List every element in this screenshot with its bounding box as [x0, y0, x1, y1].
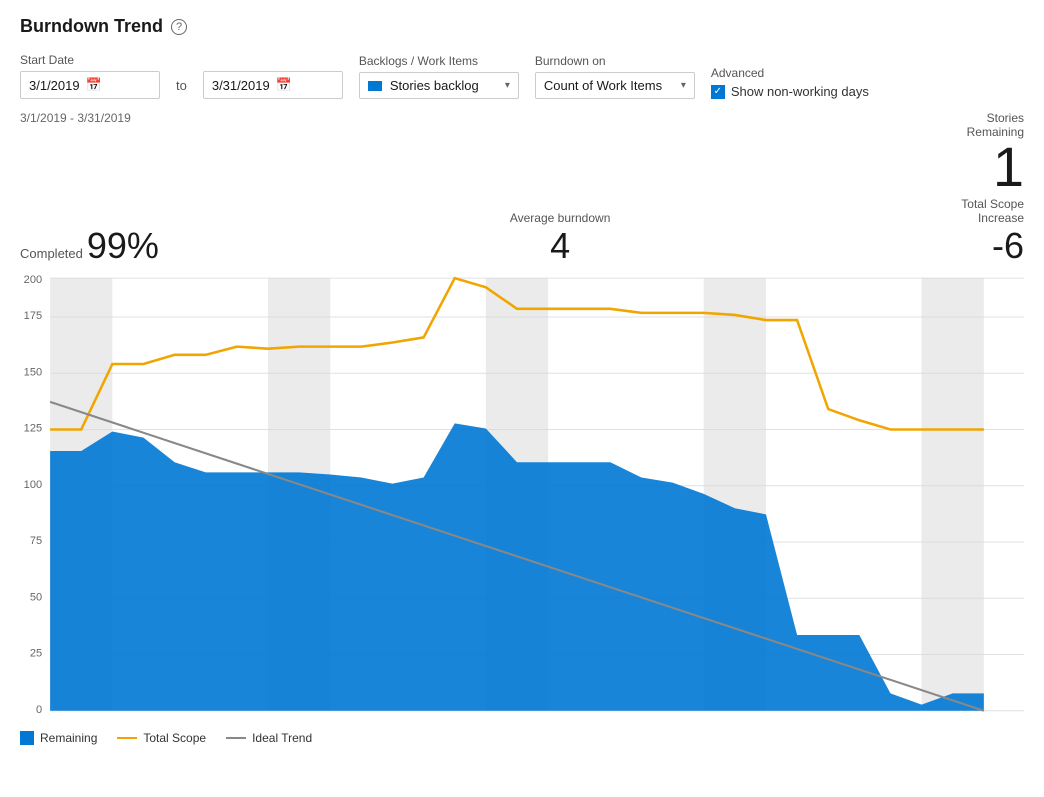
backlog-icon — [368, 81, 382, 91]
burndown-chart: 0 25 50 75 100 125 150 175 200 — [20, 273, 1024, 723]
svg-text:3/24/2019: 3/24/2019 — [733, 721, 769, 723]
svg-text:3/22/2019: 3/22/2019 — [670, 721, 706, 723]
burndown-value: Count of Work Items — [544, 78, 675, 93]
svg-text:3/6/2019: 3/6/2019 — [176, 721, 208, 723]
chart-legend: Remaining Total Scope Ideal Trend — [20, 731, 1024, 745]
start-date-value: 3/1/2019 — [29, 78, 80, 93]
svg-text:125: 125 — [24, 422, 42, 434]
show-nonworking-checkbox[interactable]: ✓ — [711, 85, 725, 99]
page: Burndown Trend ? Start Date 3/1/2019 📅 t… — [0, 0, 1044, 761]
svg-text:3/11/2019: 3/11/2019 — [329, 721, 364, 723]
title-row: Burndown Trend ? — [20, 16, 1024, 37]
page-title: Burndown Trend — [20, 16, 163, 37]
burndown-dropdown-arrow: ▾ — [681, 80, 686, 91]
backlogs-value: Stories backlog — [390, 78, 499, 93]
ideal-trend-swatch — [226, 737, 246, 739]
remaining-area — [50, 423, 984, 710]
svg-text:3/2/2019: 3/2/2019 — [51, 721, 83, 723]
svg-text:175: 175 — [24, 310, 42, 322]
calendar-icon-2: 📅 — [276, 77, 292, 93]
total-scope-swatch — [117, 737, 137, 739]
burndown-group: Burndown on Count of Work Items ▾ — [535, 54, 695, 99]
svg-text:0: 0 — [36, 704, 42, 716]
svg-text:3/25/2019: 3/25/2019 — [764, 721, 800, 723]
average-burndown-label: Average burndown — [510, 211, 611, 225]
svg-text:3/20/2019: 3/20/2019 — [608, 721, 644, 723]
total-scope-label: Total ScopeIncrease — [961, 197, 1024, 225]
svg-text:3/15/2019: 3/15/2019 — [453, 721, 489, 723]
end-date-value: 3/31/2019 — [212, 78, 270, 93]
svg-text:100: 100 — [24, 479, 42, 491]
legend-remaining: Remaining — [20, 731, 97, 745]
svg-text:50: 50 — [30, 591, 42, 603]
total-scope-stat: Total ScopeIncrease -6 — [961, 197, 1024, 267]
svg-text:3/29/2019: 3/29/2019 — [888, 721, 924, 723]
burndown-label: Burndown on — [535, 54, 695, 68]
backlogs-group: Backlogs / Work Items Stories backlog ▾ — [359, 54, 519, 99]
legend-ideal-trend: Ideal Trend — [226, 731, 312, 745]
legend-total-scope: Total Scope — [117, 731, 206, 745]
svg-text:3/18/2019: 3/18/2019 — [546, 721, 582, 723]
completed-stat: Completed 99% — [20, 225, 159, 267]
svg-text:3/19/2019: 3/19/2019 — [577, 721, 613, 723]
legend-total-scope-label: Total Scope — [143, 731, 206, 745]
controls-row: Start Date 3/1/2019 📅 to 3/31/2019 📅 Bac… — [20, 53, 1024, 99]
stories-remaining-value: 1 — [967, 139, 1024, 195]
svg-text:3/14/2019: 3/14/2019 — [421, 721, 457, 723]
svg-text:200: 200 — [24, 274, 42, 286]
svg-text:25: 25 — [30, 647, 42, 659]
svg-text:3/8/2019: 3/8/2019 — [238, 721, 270, 723]
svg-text:3/5/2019: 3/5/2019 — [145, 721, 177, 723]
svg-text:75: 75 — [30, 535, 42, 547]
completed-value: 99% — [87, 225, 159, 267]
show-nonworking-row: ✓ Show non-working days — [711, 84, 869, 99]
svg-text:3/10/2019: 3/10/2019 — [297, 721, 333, 723]
svg-text:3/26/2019: 3/26/2019 — [795, 721, 831, 723]
calendar-icon: 📅 — [86, 77, 102, 93]
backlogs-dropdown[interactable]: Stories backlog ▾ — [359, 72, 519, 99]
svg-text:3/16/2019: 3/16/2019 — [484, 721, 520, 723]
start-date-group: Start Date 3/1/2019 📅 — [20, 53, 160, 99]
advanced-group: Advanced ✓ Show non-working days — [711, 66, 869, 99]
legend-remaining-label: Remaining — [40, 731, 97, 745]
svg-text:3/28/2019: 3/28/2019 — [857, 721, 893, 723]
end-date-input[interactable]: 3/31/2019 📅 — [203, 71, 343, 99]
start-date-input[interactable]: 3/1/2019 📅 — [20, 71, 160, 99]
svg-text:3/13/2019: 3/13/2019 — [390, 721, 426, 723]
average-burndown-stat: Average burndown 4 — [510, 211, 611, 267]
help-icon[interactable]: ? — [171, 19, 187, 35]
svg-text:3/31/2019: 3/31/2019 — [951, 721, 987, 723]
burndown-dropdown[interactable]: Count of Work Items ▾ — [535, 72, 695, 99]
svg-text:3/1/2019: 3/1/2019 — [20, 721, 52, 723]
svg-text:3/21/2019: 3/21/2019 — [639, 721, 675, 723]
backlogs-label: Backlogs / Work Items — [359, 54, 519, 68]
stories-remaining: StoriesRemaining 1 — [967, 111, 1024, 195]
svg-text:3/9/2019: 3/9/2019 — [269, 721, 301, 723]
end-date-group: 3/31/2019 📅 — [203, 71, 343, 99]
average-burndown-value: 4 — [510, 225, 611, 267]
svg-text:3/23/2019: 3/23/2019 — [702, 721, 738, 723]
svg-text:3/12/2019: 3/12/2019 — [359, 721, 395, 723]
svg-text:3/17/2019: 3/17/2019 — [515, 721, 551, 723]
legend-ideal-trend-label: Ideal Trend — [252, 731, 312, 745]
svg-text:3/7/2019: 3/7/2019 — [207, 721, 239, 723]
backlogs-dropdown-arrow: ▾ — [505, 80, 510, 91]
svg-text:3/4/2019: 3/4/2019 — [114, 721, 146, 723]
remaining-swatch — [20, 731, 34, 745]
chart-area: 0 25 50 75 100 125 150 175 200 — [20, 273, 1024, 723]
total-scope-value: -6 — [961, 225, 1024, 267]
svg-text:3/27/2019: 3/27/2019 — [826, 721, 862, 723]
date-range: 3/1/2019 - 3/31/2019 — [20, 111, 131, 125]
start-date-label: Start Date — [20, 53, 160, 67]
svg-text:3/3/2019: 3/3/2019 — [82, 721, 114, 723]
advanced-label: Advanced — [711, 66, 869, 80]
svg-text:3/30/2019: 3/30/2019 — [919, 721, 955, 723]
completed-label: Completed — [20, 246, 83, 261]
to-separator: to — [176, 78, 187, 99]
show-nonworking-label: Show non-working days — [731, 84, 869, 99]
svg-text:150: 150 — [24, 366, 42, 378]
